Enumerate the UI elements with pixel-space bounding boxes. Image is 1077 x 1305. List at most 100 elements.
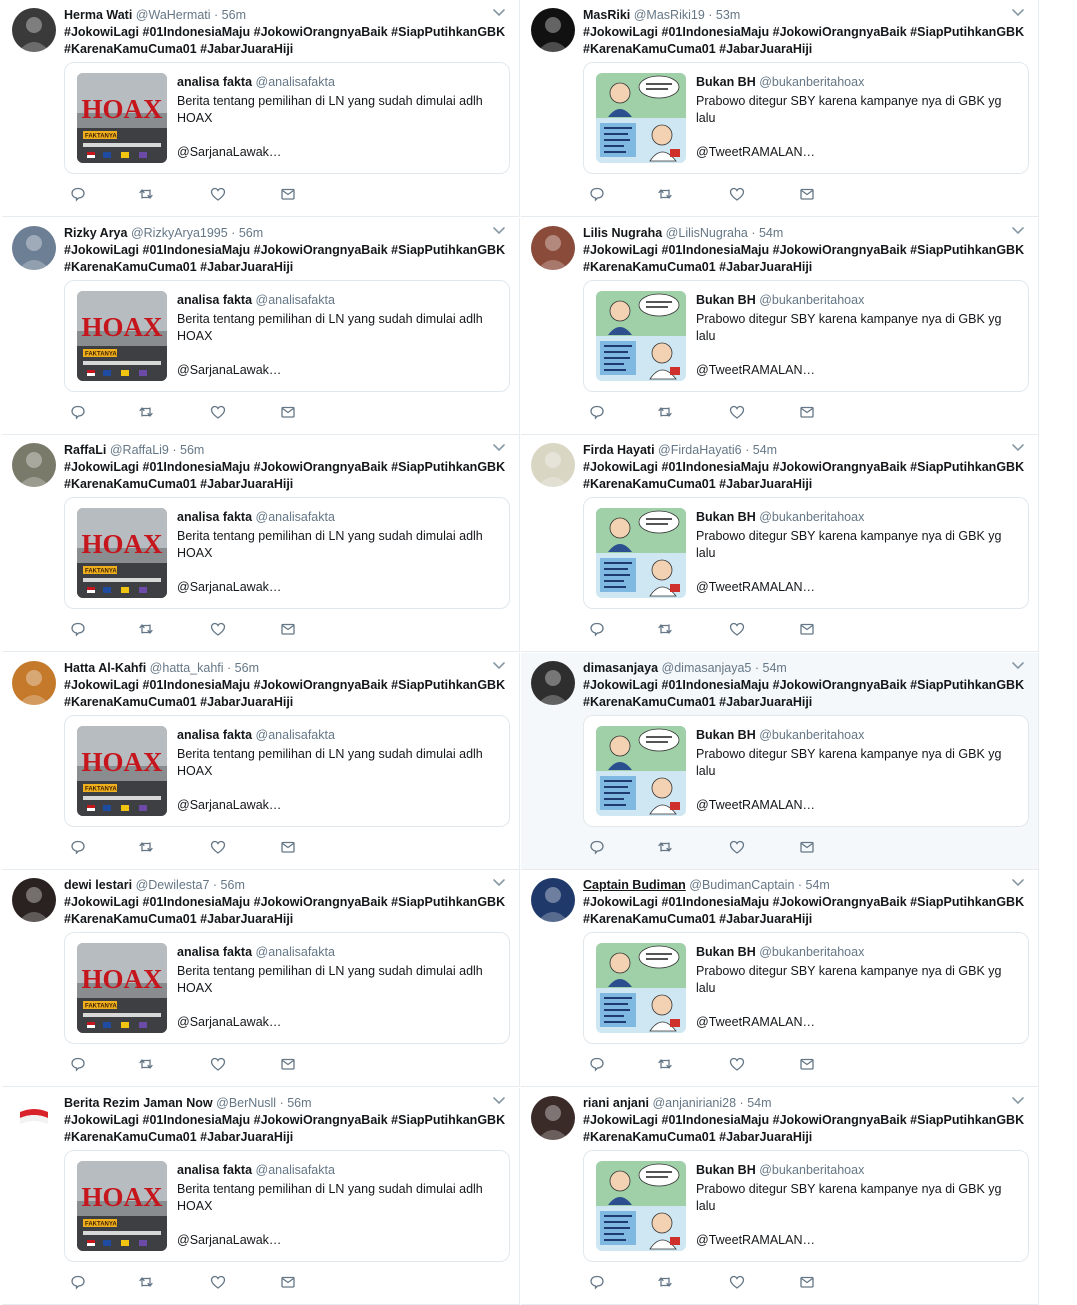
like-icon[interactable] bbox=[210, 1056, 226, 1072]
reply-icon[interactable] bbox=[70, 1274, 86, 1290]
user-handle[interactable]: @anjaniriani28 bbox=[652, 1096, 736, 1110]
tweet-time[interactable]: 54m bbox=[747, 1096, 771, 1110]
quoted-tweet[interactable]: HOAX FAKTANYA analisa fakta @analisafakta… bbox=[64, 932, 510, 1044]
quoted-tweet[interactable]: Bukan BH @bukanberitahoax Prabowo ditegu… bbox=[583, 715, 1029, 827]
chevron-down-icon[interactable] bbox=[1010, 1092, 1026, 1108]
tweet[interactable]: Hatta Al-Kahfi @hatta_kahfi · 56m #Jokow… bbox=[2, 653, 520, 870]
tweet[interactable]: dimasanjaya @dimasanjaya5 · 54m #JokowiL… bbox=[521, 653, 1039, 870]
retweet-icon[interactable] bbox=[138, 1056, 154, 1072]
avatar[interactable] bbox=[12, 443, 56, 487]
user-handle[interactable]: @Dewilesta7 bbox=[136, 878, 210, 892]
like-icon[interactable] bbox=[729, 186, 745, 202]
chevron-down-icon[interactable] bbox=[491, 439, 507, 455]
user-handle[interactable]: @FirdaHayati6 bbox=[658, 443, 742, 457]
avatar[interactable] bbox=[531, 661, 575, 705]
like-icon[interactable] bbox=[210, 839, 226, 855]
quoted-tweet[interactable]: HOAX FAKTANYA analisa fakta @analisafakta… bbox=[64, 715, 510, 827]
dm-icon[interactable] bbox=[799, 839, 815, 855]
tweet-time[interactable]: 54m bbox=[753, 443, 777, 457]
like-icon[interactable] bbox=[210, 404, 226, 420]
tweet[interactable]: Berita Rezim Jaman Now @BerNusll · 56m #… bbox=[2, 1088, 520, 1305]
quoted-tweet[interactable]: HOAX FAKTANYA analisa fakta @analisafakta… bbox=[64, 1150, 510, 1262]
dm-icon[interactable] bbox=[280, 186, 296, 202]
retweet-icon[interactable] bbox=[138, 1274, 154, 1290]
dm-icon[interactable] bbox=[799, 1056, 815, 1072]
chevron-down-icon[interactable] bbox=[491, 222, 507, 238]
tweet-time[interactable]: 54m bbox=[759, 226, 783, 240]
like-icon[interactable] bbox=[210, 621, 226, 637]
tweet-time[interactable]: 56m bbox=[221, 878, 245, 892]
like-icon[interactable] bbox=[210, 186, 226, 202]
retweet-icon[interactable] bbox=[138, 404, 154, 420]
tweet-time[interactable]: 56m bbox=[222, 8, 246, 22]
avatar[interactable] bbox=[12, 878, 56, 922]
tweet-time[interactable]: 56m bbox=[287, 1096, 311, 1110]
user-name[interactable]: RaffaLi bbox=[64, 443, 106, 457]
like-icon[interactable] bbox=[729, 621, 745, 637]
retweet-icon[interactable] bbox=[657, 1056, 673, 1072]
quoted-tweet[interactable]: HOAX FAKTANYA analisa fakta @analisafakta… bbox=[64, 280, 510, 392]
chevron-down-icon[interactable] bbox=[1010, 222, 1026, 238]
user-handle[interactable]: @BudimanCaptain bbox=[689, 878, 794, 892]
avatar[interactable] bbox=[531, 443, 575, 487]
like-icon[interactable] bbox=[729, 1274, 745, 1290]
avatar[interactable] bbox=[531, 878, 575, 922]
tweet-time[interactable]: 56m bbox=[235, 661, 259, 675]
dm-icon[interactable] bbox=[280, 839, 296, 855]
tweet-time[interactable]: 53m bbox=[716, 8, 740, 22]
retweet-icon[interactable] bbox=[138, 186, 154, 202]
retweet-icon[interactable] bbox=[657, 621, 673, 637]
tweet[interactable]: MasRiki @MasRiki19 · 53m #JokowiLagi #01… bbox=[521, 0, 1039, 217]
user-handle[interactable]: @RaffaLi9 bbox=[110, 443, 169, 457]
user-handle[interactable]: @hatta_kahfi bbox=[150, 661, 224, 675]
avatar[interactable] bbox=[12, 226, 56, 270]
dm-icon[interactable] bbox=[799, 186, 815, 202]
user-name[interactable]: Firda Hayati bbox=[583, 443, 655, 457]
reply-icon[interactable] bbox=[589, 621, 605, 637]
tweet[interactable]: dewi lestari @Dewilesta7 · 56m #JokowiLa… bbox=[2, 870, 520, 1087]
avatar[interactable] bbox=[531, 8, 575, 52]
user-handle[interactable]: @BerNusll bbox=[216, 1096, 276, 1110]
tweet[interactable]: RaffaLi @RaffaLi9 · 56m #JokowiLagi #01I… bbox=[2, 435, 520, 652]
reply-icon[interactable] bbox=[70, 621, 86, 637]
retweet-icon[interactable] bbox=[657, 839, 673, 855]
retweet-icon[interactable] bbox=[657, 404, 673, 420]
retweet-icon[interactable] bbox=[657, 1274, 673, 1290]
dm-icon[interactable] bbox=[799, 1274, 815, 1290]
dm-icon[interactable] bbox=[280, 1274, 296, 1290]
tweet-time[interactable]: 54m bbox=[806, 878, 830, 892]
tweet[interactable]: riani anjani @anjaniriani28 · 54m #Jokow… bbox=[521, 1088, 1039, 1305]
reply-icon[interactable] bbox=[589, 404, 605, 420]
quoted-tweet[interactable]: Bukan BH @bukanberitahoax Prabowo ditegu… bbox=[583, 932, 1029, 1044]
tweet[interactable]: Firda Hayati @FirdaHayati6 · 54m #Jokowi… bbox=[521, 435, 1039, 652]
quoted-tweet[interactable]: HOAX FAKTANYA analisa fakta @analisafakta… bbox=[64, 62, 510, 174]
quoted-tweet[interactable]: Bukan BH @bukanberitahoax Prabowo ditegu… bbox=[583, 280, 1029, 392]
quoted-tweet[interactable]: Bukan BH @bukanberitahoax Prabowo ditegu… bbox=[583, 62, 1029, 174]
chevron-down-icon[interactable] bbox=[1010, 657, 1026, 673]
tweet[interactable]: Rizky Arya @RizkyArya1995 · 56m #JokowiL… bbox=[2, 218, 520, 435]
user-handle[interactable]: @WaHermati bbox=[136, 8, 211, 22]
avatar[interactable] bbox=[12, 8, 56, 52]
dm-icon[interactable] bbox=[280, 404, 296, 420]
user-name[interactable]: dimasanjaya bbox=[583, 661, 658, 675]
tweet[interactable]: Herma Wati @WaHermati · 56m #JokowiLagi … bbox=[2, 0, 520, 217]
tweet[interactable]: Captain Budiman @BudimanCaptain · 54m #J… bbox=[521, 870, 1039, 1087]
dm-icon[interactable] bbox=[280, 1056, 296, 1072]
chevron-down-icon[interactable] bbox=[491, 1092, 507, 1108]
tweet[interactable]: Lilis Nugraha @LilisNugraha · 54m #Jokow… bbox=[521, 218, 1039, 435]
chevron-down-icon[interactable] bbox=[491, 4, 507, 20]
quoted-tweet[interactable]: Bukan BH @bukanberitahoax Prabowo ditegu… bbox=[583, 497, 1029, 609]
avatar[interactable] bbox=[12, 1096, 56, 1140]
user-handle[interactable]: @RizkyArya1995 bbox=[131, 226, 228, 240]
user-name[interactable]: Herma Wati bbox=[64, 8, 132, 22]
like-icon[interactable] bbox=[729, 1056, 745, 1072]
user-handle[interactable]: @LilisNugraha bbox=[666, 226, 748, 240]
user-handle[interactable]: @dimasanjaya5 bbox=[662, 661, 752, 675]
retweet-icon[interactable] bbox=[657, 186, 673, 202]
quoted-tweet[interactable]: HOAX FAKTANYA analisa fakta @analisafakta… bbox=[64, 497, 510, 609]
user-name[interactable]: Hatta Al-Kahfi bbox=[64, 661, 146, 675]
reply-icon[interactable] bbox=[70, 404, 86, 420]
tweet-time[interactable]: 56m bbox=[180, 443, 204, 457]
dm-icon[interactable] bbox=[799, 621, 815, 637]
chevron-down-icon[interactable] bbox=[1010, 4, 1026, 20]
